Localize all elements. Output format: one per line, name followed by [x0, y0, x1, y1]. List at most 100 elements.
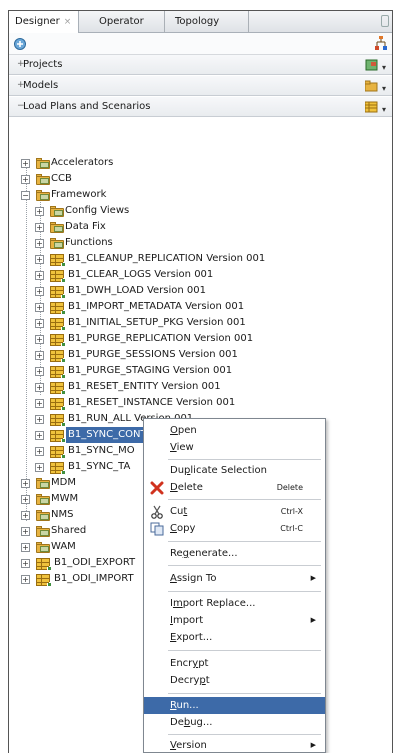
expand-icon[interactable]: +	[21, 495, 30, 504]
tab-operator[interactable]: Operator	[93, 11, 165, 33]
menu-separator	[168, 499, 321, 500]
tree-node-label: B1_RESET_ENTITY Version 001	[68, 381, 221, 392]
menu-item-debug[interactable]: Debug...	[144, 714, 325, 731]
expand-icon[interactable]: +	[35, 351, 44, 360]
menu-item-view[interactable]: View	[144, 439, 325, 456]
tree-node-label: B1_CLEANUP_REPLICATION Version 001	[68, 253, 266, 264]
tree-node-label: Framework	[51, 189, 107, 200]
new-model-icon[interactable]	[365, 80, 378, 92]
menu-item-label: Import Replace...	[170, 598, 256, 609]
menu-item-label: Open	[170, 425, 197, 436]
navigator-tab-bar: Designer × Operator Topology	[9, 11, 392, 34]
expand-icon[interactable]: +	[21, 511, 30, 520]
expand-icon[interactable]: +	[35, 335, 44, 344]
menu-item-label: View	[170, 442, 194, 453]
menu-item-copy[interactable]: Copy Ctrl-C	[144, 520, 325, 537]
accordion-projects-label: Projects	[23, 59, 63, 70]
tree-node-label: B1_PURGE_SESSIONS Version 001	[68, 349, 238, 360]
expand-icon[interactable]: +	[35, 431, 44, 440]
expand-icon[interactable]: +	[35, 463, 44, 472]
load-plan-icon	[50, 254, 66, 267]
expand-icon[interactable]: +	[35, 367, 44, 376]
menu-item-regenerate[interactable]: Regenerate...	[144, 545, 325, 562]
menu-item-label: Encrypt	[170, 658, 209, 669]
expand-icon[interactable]: +	[21, 527, 30, 536]
tree-node-label: MDM	[51, 477, 76, 488]
expand-icon[interactable]: +	[21, 159, 30, 168]
folder-icon	[36, 494, 50, 505]
menu-item-export[interactable]: Export...	[144, 629, 325, 646]
menu-item-run[interactable]: Run...	[144, 697, 325, 714]
tree-node-label: Config Views	[65, 205, 130, 216]
folder-icon	[36, 510, 50, 521]
connect-icon[interactable]	[13, 37, 27, 51]
menu-item-cut[interactable]: Cut Ctrl-X	[144, 503, 325, 520]
tree-node-label: B1_ODI_IMPORT	[54, 573, 134, 584]
chevron-down-icon[interactable]: ▾	[382, 79, 386, 98]
expand-icon[interactable]: +	[35, 447, 44, 456]
accordion-projects[interactable]: + Projects ▾	[9, 55, 392, 75]
menu-item-delete[interactable]: Delete Delete	[144, 479, 325, 496]
tree-node-label: B1_INITIAL_SETUP_PKG Version 001	[68, 317, 246, 328]
load-plan-icon	[50, 350, 66, 363]
menu-item-assign-to[interactable]: Assign To ▶	[144, 570, 325, 587]
accordion-load-plans[interactable]: − Load Plans and Scenarios ▾	[9, 97, 392, 117]
load-plan-icon	[50, 414, 66, 427]
load-plan-icon	[36, 574, 52, 587]
expand-icon[interactable]: +	[35, 399, 44, 408]
tab-designer[interactable]: Designer ×	[9, 11, 79, 34]
submenu-arrow-icon: ▶	[310, 616, 316, 624]
accordion-load-plans-label: Load Plans and Scenarios	[23, 101, 151, 112]
folder-icon	[36, 174, 50, 185]
collapse-icon[interactable]: −	[21, 191, 30, 200]
chevron-down-icon[interactable]: ▾	[382, 100, 386, 119]
menu-item-import-replace[interactable]: Import Replace...	[144, 595, 325, 612]
menu-item-duplicate-selection[interactable]: Duplicate Selection	[144, 462, 325, 479]
expand-icon[interactable]: +	[35, 319, 44, 328]
new-load-plan-icon[interactable]	[365, 101, 378, 113]
menu-item-decrypt[interactable]: Decrypt	[144, 672, 325, 689]
menu-item-version[interactable]: Version ▶	[144, 737, 325, 753]
expand-icon[interactable]: +	[21, 479, 30, 488]
tree-node-label: Functions	[65, 237, 113, 248]
load-plan-icon	[50, 430, 66, 443]
menu-item-encrypt[interactable]: Encrypt	[144, 655, 325, 672]
expand-icon[interactable]: +	[21, 543, 30, 552]
expand-icon[interactable]: +	[35, 271, 44, 280]
expand-icon[interactable]: +	[35, 287, 44, 296]
expand-icon[interactable]: +	[35, 223, 44, 232]
tree-node-label: Data Fix	[65, 221, 106, 232]
tree-node-label: B1_IMPORT_METADATA Version 001	[68, 301, 245, 312]
expand-icon[interactable]: +	[21, 175, 30, 184]
expand-icon[interactable]: +	[35, 415, 44, 424]
folder-icon	[36, 478, 50, 489]
new-project-icon[interactable]	[365, 59, 378, 71]
tree-node-label: B1_RESET_INSTANCE Version 001	[68, 397, 236, 408]
maximize-icon[interactable]	[381, 15, 389, 27]
expand-icon[interactable]: +	[21, 559, 30, 568]
expand-icon[interactable]: +	[21, 575, 30, 584]
menu-separator	[168, 565, 321, 566]
menu-item-label: Delete	[170, 482, 203, 493]
expand-icon[interactable]: +	[35, 207, 44, 216]
menu-separator	[168, 693, 321, 694]
load-plan-icon	[50, 446, 66, 459]
hierarchy-icon[interactable]	[374, 36, 388, 51]
load-plan-icon	[50, 334, 66, 347]
load-plan-icon	[50, 462, 66, 475]
chevron-down-icon[interactable]: ▾	[382, 58, 386, 77]
delete-x-icon	[150, 481, 164, 495]
expand-icon[interactable]: +	[35, 303, 44, 312]
expand-icon[interactable]: +	[35, 383, 44, 392]
close-icon[interactable]: ×	[64, 17, 72, 27]
tree-node-label: B1_CLEAR_LOGS Version 001	[68, 269, 214, 280]
tree-node-label: B1_PURGE_STAGING Version 001	[68, 365, 233, 376]
menu-separator	[168, 541, 321, 542]
menu-item-import[interactable]: Import ▶	[144, 612, 325, 629]
expand-icon[interactable]: +	[35, 239, 44, 248]
menu-item-open[interactable]: Open	[144, 422, 325, 439]
expand-icon[interactable]: +	[35, 255, 44, 264]
tree-node-label: Accelerators	[51, 157, 114, 168]
accordion-models[interactable]: + Models ▾	[9, 76, 392, 96]
tab-topology[interactable]: Topology	[169, 11, 249, 33]
